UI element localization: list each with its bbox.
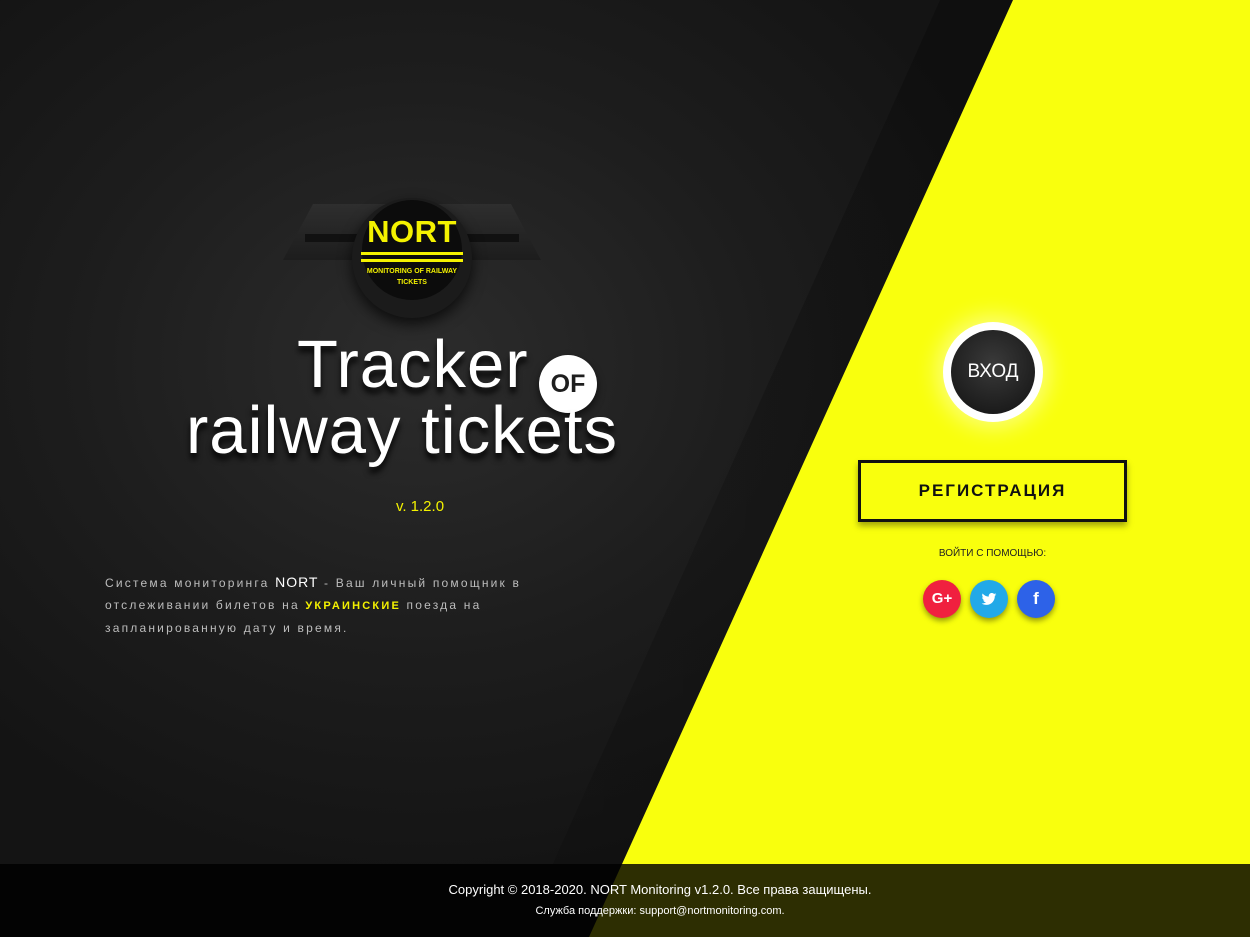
footer-support: Служба поддержки: support@nortmonitoring… <box>535 905 785 917</box>
hero-title-line2: railway tickets <box>186 393 618 468</box>
nort-logo: NORT MONITORING OF RAILWAY TICKETS <box>283 198 541 322</box>
description: Система мониторинга NORT - Ваш личный по… <box>105 571 555 639</box>
social-login-label: ВОЙТИ С ПОМОЩЬЮ: <box>938 548 1047 559</box>
footer: Copyright © 2018-2020. NORT Monitoring v… <box>0 864 1250 937</box>
description-brand: NORT <box>275 574 319 590</box>
twitter-bird-icon <box>981 593 997 605</box>
logo-subtitle: MONITORING OF RAILWAY TICKETS <box>366 268 458 286</box>
logo-bar-bottom <box>361 259 463 262</box>
version-label: v. 1.2.0 <box>395 498 445 515</box>
description-part1: Система мониторинга <box>105 576 276 590</box>
facebook-icon[interactable]: f <box>1017 580 1055 618</box>
login-button-label: ВХОД <box>951 330 1035 414</box>
footer-copyright: Copyright © 2018-2020. NORT Monitoring v… <box>448 882 872 897</box>
logo-bar-top <box>361 252 463 255</box>
login-button[interactable]: ВХОД <box>943 322 1043 422</box>
register-button[interactable]: РЕГИСТРАЦИЯ <box>858 460 1127 522</box>
twitter-icon[interactable] <box>970 580 1008 618</box>
logo-wordmark: NORT <box>367 214 457 249</box>
google-plus-icon[interactable]: G+ <box>923 580 961 618</box>
description-highlight: УКРАИНСКИЕ <box>305 600 401 612</box>
